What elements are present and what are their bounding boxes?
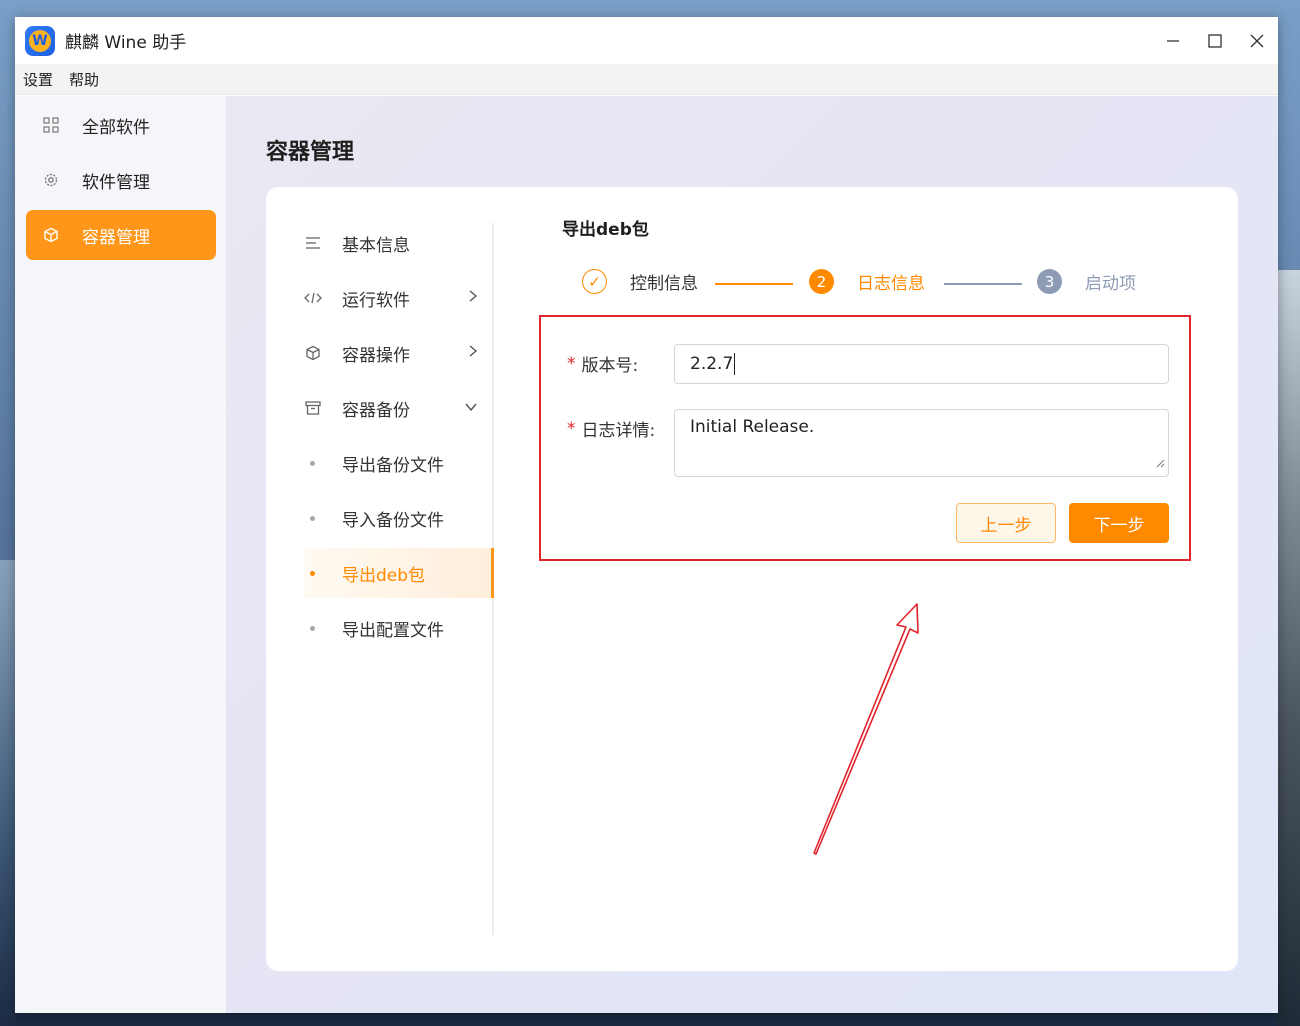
- menu-help[interactable]: 帮助: [69, 69, 99, 90]
- app-body: 全部软件 软件管理 容器管理 容器管理 基本信息 运行软件 容器操作 容器备份 …: [15, 96, 1278, 1013]
- maximize-button[interactable]: [1194, 17, 1236, 64]
- subnav-item-export-backup[interactable]: 导出备份文件: [304, 438, 494, 488]
- menu-settings[interactable]: 设置: [23, 69, 53, 90]
- subnav-item-label: 容器操作: [342, 345, 410, 366]
- sidebar-item-all-software[interactable]: 全部软件: [26, 100, 216, 150]
- resize-handle-icon[interactable]: [1156, 453, 1165, 473]
- content-title: 导出deb包: [562, 220, 649, 240]
- sub-navigation: 基本信息 运行软件 容器操作 容器备份 导出备份文件 导入备份文件 导出deb包…: [296, 223, 494, 935]
- chevron-right-icon: [468, 344, 478, 362]
- cube-icon: [304, 345, 322, 361]
- app-logo-letter: W: [29, 29, 51, 52]
- step-indicator: ✓ 控制信息 2 日志信息 3 启动项: [582, 269, 1182, 299]
- subnav-item-basic-info[interactable]: 基本信息: [304, 218, 494, 268]
- subnav-item-label: 导出deb包: [342, 565, 426, 586]
- desktop-background-right: [1278, 270, 1300, 1026]
- step-label: 控制信息: [630, 274, 698, 294]
- desktop-background-left: [0, 560, 16, 1026]
- title-bar: W 麒麟 Wine 助手: [15, 17, 1278, 64]
- window-controls: [1152, 17, 1278, 64]
- lines-icon: [304, 236, 322, 250]
- subnav-item-export-deb[interactable]: 导出deb包: [304, 548, 494, 598]
- step-number: 3: [1037, 269, 1062, 294]
- code-icon: [304, 291, 322, 305]
- bullet-dot: [310, 625, 315, 631]
- app-logo-icon: W: [25, 25, 55, 56]
- step-label: 日志信息: [857, 274, 925, 294]
- log-label: 日志详情:: [581, 421, 656, 441]
- version-label: 版本号:: [581, 356, 639, 376]
- subnav-item-export-config[interactable]: 导出配置文件: [304, 603, 494, 653]
- subnav-item-label: 运行软件: [342, 290, 410, 311]
- form-highlight-box: * 版本号: 2.2.7 * 日志详情: Initial Release. 上一…: [539, 315, 1191, 561]
- prev-step-button[interactable]: 上一步: [956, 503, 1056, 543]
- bullet-dot: [310, 570, 315, 576]
- step-label: 启动项: [1085, 274, 1136, 294]
- step-control-info: ✓ 控制信息: [582, 269, 698, 294]
- gear-icon: [42, 171, 60, 189]
- minimize-icon: [1167, 39, 1179, 42]
- version-value: 2.2.7: [690, 354, 734, 374]
- subnav-item-import-backup[interactable]: 导入备份文件: [304, 493, 494, 543]
- required-mark: *: [567, 353, 576, 374]
- archive-icon: [304, 401, 322, 415]
- step-connector-pending: [944, 283, 1022, 285]
- log-textarea[interactable]: Initial Release.: [674, 409, 1169, 477]
- next-step-button[interactable]: 下一步: [1069, 503, 1169, 543]
- content-card: 基本信息 运行软件 容器操作 容器备份 导出备份文件 导入备份文件 导出deb包…: [266, 187, 1238, 971]
- version-input[interactable]: 2.2.7: [674, 344, 1169, 384]
- window-title: 麒麟 Wine 助手: [65, 33, 187, 53]
- text-cursor: [734, 353, 736, 375]
- close-icon: [1250, 34, 1264, 47]
- grid-icon: [42, 116, 60, 134]
- step-log-info: 2 日志信息: [809, 269, 925, 294]
- subnav-item-label: 基本信息: [342, 235, 410, 256]
- subnav-item-container-ops[interactable]: 容器操作: [304, 328, 494, 378]
- app-window: W 麒麟 Wine 助手 设置 帮助 全部软件 软件管理 容器管理 容器管理 基…: [15, 17, 1278, 1013]
- cube-icon: [42, 226, 60, 244]
- subnav-item-label: 导入备份文件: [342, 510, 444, 531]
- chevron-right-icon: [468, 289, 478, 307]
- minimize-button[interactable]: [1152, 17, 1194, 64]
- bullet-dot: [310, 460, 315, 466]
- step-connector-done: [715, 283, 793, 285]
- subnav-item-label: 导出备份文件: [342, 455, 444, 476]
- step-number: 2: [809, 269, 834, 294]
- page-title: 容器管理: [266, 140, 355, 165]
- subnav-item-container-backup[interactable]: 容器备份: [304, 383, 494, 433]
- subnav-item-label: 容器备份: [342, 400, 410, 421]
- check-icon: ✓: [582, 269, 607, 294]
- sidebar-item-software-management[interactable]: 软件管理: [26, 155, 216, 205]
- chevron-down-icon: [464, 400, 478, 416]
- sidebar-item-label: 容器管理: [82, 227, 150, 248]
- close-button[interactable]: [1236, 17, 1278, 64]
- required-mark: *: [567, 418, 576, 439]
- log-row: * 日志详情:: [567, 416, 656, 442]
- version-row: * 版本号:: [567, 351, 639, 377]
- sidebar-item-container-management[interactable]: 容器管理: [26, 210, 216, 260]
- subnav-item-run-software[interactable]: 运行软件: [304, 273, 494, 323]
- sidebar-item-label: 全部软件: [82, 117, 150, 138]
- bullet-dot: [310, 515, 315, 521]
- log-value: Initial Release.: [690, 417, 815, 437]
- menu-bar: 设置 帮助: [15, 64, 1278, 95]
- sidebar-item-label: 软件管理: [82, 172, 150, 193]
- step-startup-items: 3 启动项: [1037, 269, 1136, 294]
- maximize-icon: [1208, 33, 1222, 48]
- sidebar: 全部软件 软件管理 容器管理: [15, 96, 226, 1013]
- subnav-item-label: 导出配置文件: [342, 620, 444, 641]
